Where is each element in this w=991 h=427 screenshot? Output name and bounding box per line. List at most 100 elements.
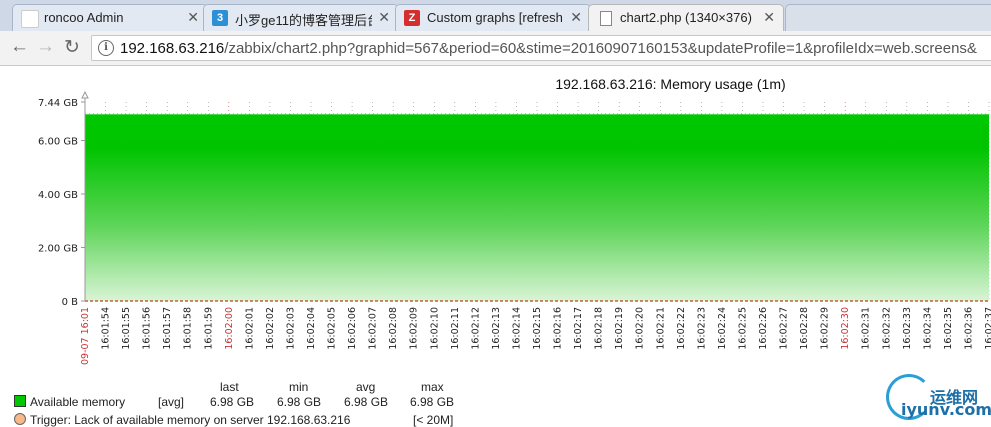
y-axis-ticks: 0 B 2.00 GB 4.00 GB 6.00 GB 7.44 GB: [38, 98, 85, 308]
y-tick-label: 4.00 GB: [38, 190, 78, 201]
page-content: 192.168.63.216: Memory usage (1m) 0 B 2.0…: [0, 66, 991, 427]
x-tick-label: 16:02:04: [306, 307, 317, 350]
x-tick-label: 16:02:06: [347, 307, 358, 350]
tab-label: Custom graphs [refresh: [427, 10, 563, 25]
x-tick-label: 16:01:55: [121, 307, 132, 350]
y-tick-label: 6.00 GB: [38, 137, 78, 148]
x-axis-ticks: 09-07 16:01 16:01:54 16:01:55 16:01:56 16:01…: [80, 307, 991, 365]
page-icon: [600, 11, 612, 26]
forward-icon[interactable]: →: [36, 36, 55, 58]
legend-value-max: 6.98 GB: [410, 395, 455, 409]
x-tick-label: 16:02:12: [470, 307, 481, 350]
url-host: 192.168.63.216: [120, 40, 225, 57]
close-icon[interactable]: ✕: [763, 9, 775, 26]
x-tick-label: 16:02:08: [388, 307, 399, 350]
series-swatch: [14, 395, 26, 407]
close-icon[interactable]: ✕: [570, 9, 582, 26]
memory-chart: 0 B 2.00 GB 4.00 GB 6.00 GB 7.44 GB 09-07 16…: [38, 90, 991, 365]
x-tick-label: 16:02:24: [717, 307, 728, 350]
x-tick-label: 16:02:09: [409, 307, 420, 350]
legend-header-avg: avg: [356, 380, 376, 394]
close-icon[interactable]: ✕: [378, 9, 390, 26]
x-tick-label: 16:02:23: [696, 307, 707, 350]
x-tick-label: 16:01:58: [183, 307, 194, 350]
x-tick-label: 16:02:27: [779, 307, 790, 350]
browser-tab-strip: roncoo Admin ✕ 3 小罗ge11的博客管理后台 ✕ Z Custo…: [0, 0, 991, 31]
address-bar[interactable]: i 192.168.63.216/zabbix/chart2.php?graph…: [91, 35, 991, 61]
legend-header-last: last: [220, 380, 239, 394]
x-tick-label: 16:02:01: [244, 307, 255, 350]
tab-label: 小罗ge11的博客管理后台: [235, 13, 372, 28]
info-icon[interactable]: i: [98, 40, 114, 56]
x-tick-label: 16:02:17: [573, 307, 584, 350]
legend-row-series: Available memory: [14, 395, 125, 409]
legend-row-trigger: Trigger: Lack of available memory on ser…: [14, 413, 350, 427]
tab-blurred[interactable]: [785, 4, 991, 31]
x-tick-label: 16:02:14: [511, 307, 522, 350]
x-tick-label: 16:02:20: [635, 307, 646, 350]
x-tick-label: 16:02:25: [737, 307, 748, 350]
x-tick-label: 16:02:36: [963, 307, 974, 350]
x-tick-label: 16:02:15: [532, 307, 543, 350]
x-tick-label: 16:01:59: [203, 307, 214, 350]
watermark-line2: iyunv.com: [901, 400, 991, 419]
x-tick-label: 16:02:26: [758, 307, 769, 350]
legend-value-min: 6.98 GB: [277, 395, 322, 409]
url-path: /zabbix/chart2.php?graphid=567&period=60…: [224, 40, 977, 57]
close-icon[interactable]: ✕: [187, 9, 199, 26]
legend-series-label: Available memory: [30, 395, 126, 409]
tab-label: chart2.php (1340×376): [620, 10, 752, 25]
url-text: 192.168.63.216/zabbix/chart2.php?graphid…: [120, 40, 977, 57]
tab-chart2[interactable]: chart2.php (1340×376) ✕: [588, 4, 784, 31]
x-tick-label: 16:02:28: [799, 307, 810, 350]
x-tick-label: 16:02:10: [429, 307, 440, 350]
x-tick-label: 16:02:18: [594, 307, 605, 350]
x-tick-label: 16:02:32: [881, 307, 892, 350]
zabbix-icon: Z: [404, 10, 420, 26]
roncoo-icon: [21, 10, 39, 28]
reload-icon[interactable]: ↻: [64, 36, 80, 59]
x-tick-label: 16:02:22: [676, 307, 687, 350]
y-tick-label: 7.44 GB: [38, 98, 78, 109]
tab-label: roncoo Admin: [44, 10, 124, 25]
x-tick-label: 16:02:05: [327, 307, 338, 350]
x-tick-label: 16:02:19: [614, 307, 625, 350]
x-tick-label: 16:02:11: [450, 307, 461, 350]
legend-header-max: max: [421, 380, 444, 394]
x-tick-label: 16:02:16: [553, 307, 564, 350]
legend-value-last: 6.98 GB: [210, 395, 255, 409]
x-tick-label: 16:02:07: [368, 307, 379, 350]
blog-icon: 3: [212, 10, 228, 26]
tab-custom-graphs[interactable]: Z Custom graphs [refresh ✕: [395, 4, 591, 31]
x-tick-label: 16:02:35: [943, 307, 954, 350]
x-tick-label: 16:02:00: [224, 307, 235, 350]
x-tick-label: 16:02:31: [861, 307, 872, 350]
tab-blog-admin[interactable]: 3 小罗ge11的博客管理后台 ✕: [203, 4, 399, 31]
x-tick-label: 16:02:21: [655, 307, 666, 350]
y-axis-arrow: [81, 90, 89, 99]
legend-trigger-cond: [< 20M]: [413, 413, 454, 427]
x-tick-label: 16:02:33: [902, 307, 913, 350]
legend-series-func: [avg]: [158, 395, 185, 409]
back-icon[interactable]: ←: [10, 36, 29, 58]
x-tick-label: 16:02:02: [265, 307, 276, 350]
y-tick-label: 0 B: [62, 297, 79, 308]
x-tick-label: 16:02:29: [820, 307, 831, 350]
browser-toolbar: ← → ↻ i 192.168.63.216/zabbix/chart2.php…: [0, 31, 991, 66]
x-tick-label: 16:02:34: [922, 307, 933, 350]
x-tick-label: 16:01:56: [142, 307, 153, 350]
trigger-swatch: [14, 413, 26, 425]
legend-value-avg: 6.98 GB: [344, 395, 389, 409]
tab-roncoo-admin[interactable]: roncoo Admin ✕: [12, 4, 208, 31]
x-tick-label: 16:02:13: [491, 307, 502, 350]
x-tick-label: 16:02:37: [984, 307, 991, 350]
x-tick-label: 16:01:57: [162, 307, 173, 350]
x-tick-label: 16:02:03: [285, 307, 296, 350]
x-tick-label: 09-07 16:01: [80, 307, 91, 365]
legend-trigger-text: Trigger: Lack of available memory on ser…: [30, 413, 351, 427]
series-area-available-memory: [85, 114, 989, 301]
x-tick-label: 16:02:30: [840, 307, 851, 350]
x-tick-label: 16:01:54: [101, 307, 112, 350]
y-tick-label: 2.00 GB: [38, 244, 78, 255]
legend-header-min: min: [289, 380, 309, 394]
